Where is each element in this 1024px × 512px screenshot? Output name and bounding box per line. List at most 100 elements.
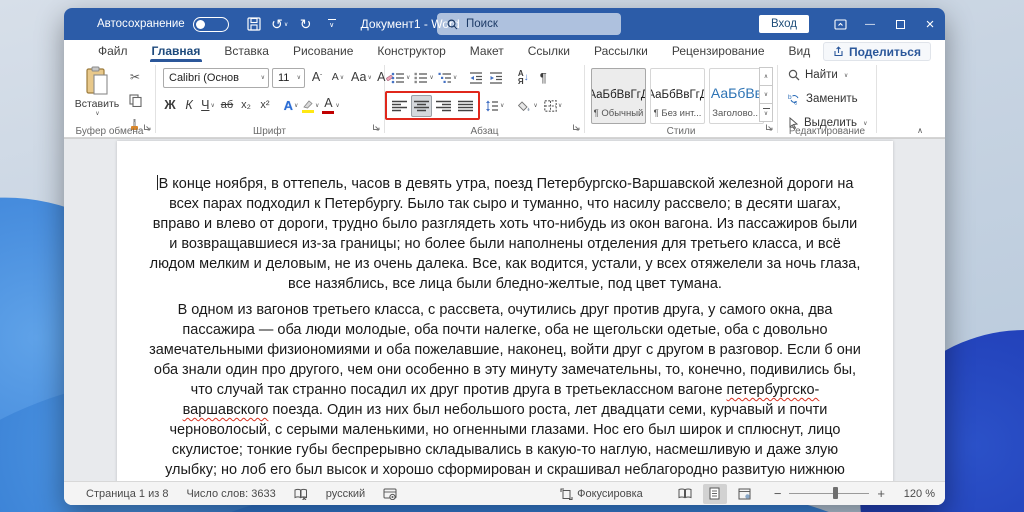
read-mode-button[interactable] xyxy=(673,484,697,504)
borders-icon xyxy=(544,99,557,112)
bold-button[interactable]: Ж xyxy=(161,95,179,116)
increase-indent-button[interactable] xyxy=(487,67,505,88)
align-right-button[interactable] xyxy=(433,95,454,117)
share-button[interactable]: Поделиться xyxy=(822,42,931,61)
font-group: Calibri (Основ ∨ 11 ∨ Аˆ А ∨ Аа ∨ А Ж К Ч ∨ а… xyxy=(155,62,393,138)
change-case-button[interactable]: Аа ∨ xyxy=(350,67,373,88)
print-layout-button[interactable] xyxy=(702,483,727,504)
sort-button[interactable]: А Я ↓ xyxy=(514,67,532,88)
line-spacing-button[interactable]: ∨ xyxy=(484,95,505,116)
tab-file[interactable]: Файл xyxy=(86,40,140,62)
save-button[interactable] xyxy=(241,12,267,36)
tab-home[interactable]: Главная xyxy=(140,40,213,62)
italic-button[interactable]: К xyxy=(180,95,198,116)
document-area[interactable]: В конце ноября, в оттепель, часов в девя… xyxy=(64,138,945,481)
borders-button[interactable]: ∨ xyxy=(543,95,563,116)
autosave-toggle[interactable] xyxy=(192,16,229,32)
customize-toolbar-icon: ∨ xyxy=(327,19,336,29)
macro-record-button[interactable] xyxy=(374,482,406,505)
page-indicator[interactable]: Страница 1 из 8 xyxy=(86,482,177,505)
word-count[interactable]: Число слов: 3633 xyxy=(177,482,284,505)
style-card-normal[interactable]: АаБбВвГгД ¶ Обычный xyxy=(591,68,646,124)
numbering-button[interactable]: ∨ xyxy=(413,67,434,88)
proofing-book-icon xyxy=(294,488,307,500)
paste-button[interactable]: Вставить ∨ xyxy=(73,66,121,126)
clipboard-dialog-launcher[interactable] xyxy=(143,119,152,137)
chevron-down-icon: ∨ xyxy=(283,21,289,28)
line-spacing-icon xyxy=(486,100,498,111)
collapse-ribbon-button[interactable]: ∧ xyxy=(917,126,923,135)
superscript-button[interactable]: х² xyxy=(256,95,274,116)
align-left-button[interactable] xyxy=(389,95,410,117)
tab-references[interactable]: Ссылки xyxy=(516,40,582,62)
ribbon-tabs: Файл Главная Вставка Рисование Конструкт… xyxy=(64,40,945,62)
tab-mailings[interactable]: Рассылки xyxy=(582,40,660,62)
cut-button[interactable]: ✂ xyxy=(126,66,144,87)
status-bar: Страница 1 из 8 Число слов: 3633 русский… xyxy=(64,481,945,505)
sign-in-button[interactable]: Вход xyxy=(758,15,809,33)
print-layout-icon xyxy=(709,487,720,500)
style-card-no-spacing[interactable]: АаБбВвГгД ¶ Без инт... xyxy=(650,68,705,124)
styles-dialog-launcher[interactable] xyxy=(765,119,774,137)
style-name: Без инт... xyxy=(661,108,702,119)
text-effects-button[interactable]: А ∨ xyxy=(282,95,300,116)
title-bar: Автосохранение ↺ ∨ ↻ ∨ Документ1 - Word П… xyxy=(64,8,945,40)
underline-button[interactable]: Ч ∨ xyxy=(199,95,217,116)
tab-review[interactable]: Рецензирование xyxy=(660,40,777,62)
show-formatting-marks-button[interactable]: ¶ xyxy=(534,67,552,88)
font-dialog-launcher[interactable] xyxy=(372,119,381,137)
replace-label: Заменить xyxy=(806,93,858,105)
numbered-list-icon xyxy=(414,72,428,83)
tab-draw[interactable]: Рисование xyxy=(281,40,365,62)
close-button[interactable]: × xyxy=(915,8,945,40)
proofing-errors-button[interactable] xyxy=(285,482,317,505)
subscript-button[interactable]: х₂ xyxy=(237,95,255,116)
zoom-slider[interactable] xyxy=(789,487,870,499)
decrease-indent-button[interactable] xyxy=(467,67,485,88)
zoom-in-button[interactable]: + xyxy=(877,486,885,501)
paragraph-dialog-launcher[interactable] xyxy=(572,119,581,137)
zoom-out-button[interactable]: − xyxy=(774,486,782,501)
pilcrow-icon: ¶ xyxy=(593,108,599,119)
shading-button[interactable]: ∨ xyxy=(517,95,538,116)
web-layout-button[interactable] xyxy=(733,484,757,504)
style-card-heading1[interactable]: АаБбВв Заголово... xyxy=(709,68,764,124)
zoom-level[interactable]: 120 % xyxy=(895,488,935,500)
bullet-list-icon xyxy=(391,72,404,83)
strikethrough-button[interactable]: аб xyxy=(218,95,236,116)
document-page[interactable]: В конце ноября, в оттепель, часов в девя… xyxy=(117,141,893,481)
maximize-button[interactable] xyxy=(885,8,915,40)
customize-quick-access-button[interactable]: ∨ xyxy=(319,12,345,36)
bullets-button[interactable]: ∨ xyxy=(390,67,411,88)
align-center-button[interactable] xyxy=(411,94,432,117)
minimize-button[interactable]: — xyxy=(855,8,885,40)
focus-label: Фокусировка xyxy=(577,487,643,500)
focus-mode-button[interactable]: Фокусировка xyxy=(551,488,652,500)
redo-button[interactable]: ↻ xyxy=(293,12,319,36)
undo-icon: ↺ xyxy=(271,16,283,32)
font-name-combo[interactable]: Calibri (Основ ∨ xyxy=(163,67,269,88)
justify-button[interactable] xyxy=(455,95,476,117)
tab-design[interactable]: Конструктор xyxy=(365,40,457,62)
styles-scroll-up-button[interactable]: ∧ xyxy=(759,67,773,86)
replace-button[interactable]: bc Заменить xyxy=(788,93,858,105)
multilevel-list-button[interactable]: ∨ xyxy=(437,67,458,88)
font-size-combo[interactable]: 11 ∨ xyxy=(272,67,305,88)
shrink-font-button[interactable]: А ∨ xyxy=(329,67,347,88)
tab-insert[interactable]: Вставка xyxy=(212,40,281,62)
find-button[interactable]: Найти ∨ xyxy=(788,69,848,81)
search-box[interactable]: Поиск xyxy=(437,13,621,35)
language-indicator[interactable]: русский xyxy=(317,482,374,505)
styles-scroll-down-button[interactable]: ∨ xyxy=(759,85,773,104)
replace-icon: bc xyxy=(788,94,799,105)
highlight-color-button[interactable]: ∨ xyxy=(301,95,320,116)
tab-view[interactable]: Вид xyxy=(777,40,823,62)
undo-button[interactable]: ↺ ∨ xyxy=(267,12,293,36)
font-color-button[interactable]: А ∨ xyxy=(321,95,340,116)
ribbon-display-options-button[interactable] xyxy=(825,8,855,40)
grow-font-button[interactable]: Аˆ xyxy=(308,67,326,88)
copy-button[interactable] xyxy=(126,90,144,111)
tab-layout[interactable]: Макет xyxy=(458,40,516,62)
zoom-slider-thumb[interactable] xyxy=(833,487,839,499)
paragraph-group: ∨ ∨ ∨ А Я ↓ ¶ ∨ ∨ ∨ Абзац xyxy=(385,62,584,138)
